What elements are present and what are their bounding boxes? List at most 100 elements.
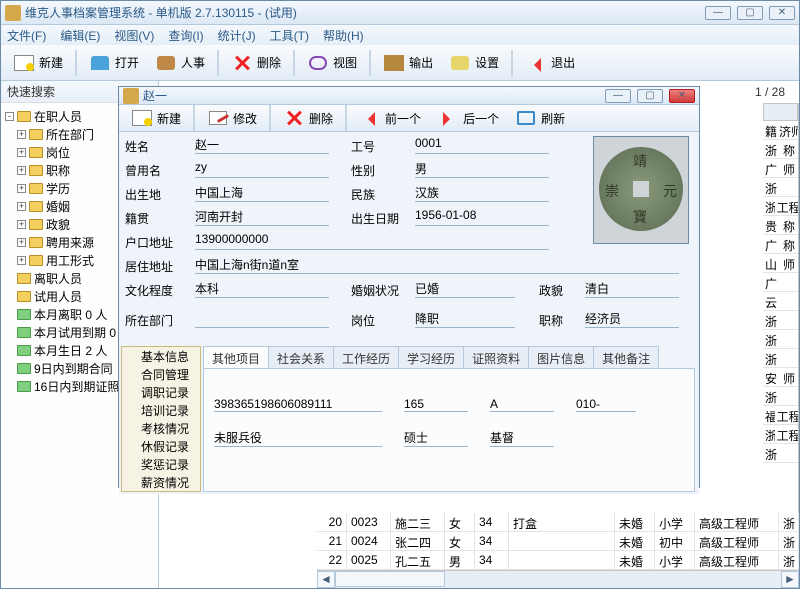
grid-row[interactable]: 福工程师 (763, 406, 798, 425)
dtb-edit[interactable]: 修改 (201, 106, 263, 130)
grid-row[interactable]: 浙工程师 (763, 197, 798, 216)
tabv-3[interactable]: A (490, 397, 554, 412)
tb-personnel[interactable]: 人事 (149, 51, 211, 75)
tabv-4[interactable]: 010- (576, 397, 636, 412)
grid-row[interactable]: 广称 (763, 235, 798, 254)
section-item[interactable]: 考核情况 (122, 419, 200, 437)
tabv-5[interactable]: 未服兵役 (214, 429, 382, 447)
detail-maximize-button[interactable]: ▢ (637, 89, 663, 103)
minimize-button[interactable]: — (705, 6, 731, 20)
detail-close-button[interactable]: ✕ (669, 89, 695, 103)
dtb-new[interactable]: 新建 (125, 106, 187, 130)
tree-expander-icon[interactable]: + (17, 148, 26, 157)
detail-minimize-button[interactable]: — (605, 89, 631, 103)
tb-delete[interactable]: 删除 (225, 51, 287, 75)
val-sex[interactable]: 男 (415, 160, 549, 178)
tree-expander-icon[interactable]: + (17, 220, 26, 229)
tree-expander-icon[interactable]: + (17, 238, 26, 247)
section-item[interactable]: 调职记录 (122, 383, 200, 401)
horizontal-scrollbar[interactable]: ◄ ► (317, 570, 799, 588)
tb-settings[interactable]: 设置 (443, 51, 505, 75)
grid-row[interactable]: 浙 (763, 349, 798, 368)
grid-row[interactable]: 山师 (763, 254, 798, 273)
dtb-next[interactable]: 后一个 (431, 106, 505, 130)
scroll-left-icon[interactable]: ◄ (317, 571, 335, 588)
grid-row[interactable]: 浙工程师 (763, 425, 798, 444)
val-emp[interactable]: 0001 (415, 136, 549, 154)
grid-row[interactable]: 浙 (763, 444, 798, 463)
tb-new[interactable]: 新建 (7, 51, 69, 75)
tree-expander-icon[interactable]: + (17, 256, 26, 265)
section-item[interactable]: 奖惩记录 (122, 455, 200, 473)
scroll-thumb[interactable] (335, 571, 445, 587)
close-button[interactable]: ✕ (769, 6, 795, 20)
val-marital[interactable]: 已婚 (415, 280, 515, 298)
employee-photo[interactable]: 靖元 寶崇 (593, 136, 689, 244)
val-native[interactable]: 河南开封 (195, 208, 329, 226)
grid-row[interactable]: 贵称 (763, 216, 798, 235)
table-row[interactable]: 220025孔二五男34未婚小学高级工程师浙 (317, 551, 799, 570)
tab[interactable]: 其他项目 (203, 346, 269, 368)
menu-help[interactable]: 帮助(H) (323, 27, 364, 44)
tree-expander-icon[interactable]: + (17, 202, 26, 211)
menu-query[interactable]: 查询(I) (168, 27, 203, 44)
tab[interactable]: 其他备注 (593, 346, 659, 368)
tabv-2[interactable]: 165 (404, 397, 468, 412)
section-item[interactable]: 薪资情况 (122, 473, 200, 491)
dtb-prev[interactable]: 前一个 (353, 106, 427, 130)
grid-row[interactable]: 广师 (763, 159, 798, 178)
menu-edit[interactable]: 编辑(E) (60, 27, 100, 44)
section-item[interactable]: 合同管理 (122, 365, 200, 383)
val-addr[interactable]: 中国上海n街n道n室 (195, 256, 679, 274)
menu-stats[interactable]: 统计(J) (218, 27, 256, 44)
tabv-1[interactable]: 398365198606089111 (214, 397, 382, 412)
tb-output[interactable]: 输出 (377, 51, 439, 75)
menu-file[interactable]: 文件(F) (7, 27, 46, 44)
menu-view[interactable]: 视图(V) (114, 27, 154, 44)
tab[interactable]: 图片信息 (528, 346, 594, 368)
grid-row[interactable]: 浙 (763, 330, 798, 349)
val-hukou[interactable]: 13900000000 (195, 232, 549, 250)
tb-view[interactable]: 视图 (301, 51, 363, 75)
val-post[interactable]: 降职 (415, 310, 515, 328)
tabv-6[interactable]: 硕士 (404, 429, 468, 447)
table-row[interactable]: 200023施二三女34打盒未婚小学高级工程师浙 (317, 513, 799, 532)
dtb-delete[interactable]: 删除 (277, 106, 339, 130)
scroll-right-icon[interactable]: ► (781, 571, 799, 588)
grid-row[interactable]: 浙 (763, 311, 798, 330)
tree-expander-icon[interactable]: + (17, 130, 26, 139)
section-item[interactable]: 培训记录 (122, 401, 200, 419)
grid-row[interactable]: 广 (763, 273, 798, 292)
val-ethnic[interactable]: 汉族 (415, 184, 549, 202)
table-row[interactable]: 210024张二四女34未婚初中高级工程师浙 (317, 532, 799, 551)
grid-row[interactable]: 浙 (763, 178, 798, 197)
tb-exit[interactable]: 退出 (519, 51, 581, 75)
maximize-button[interactable]: ▢ (737, 6, 763, 20)
section-item[interactable]: 基本信息 (122, 347, 200, 365)
val-title[interactable]: 经济员 (585, 310, 679, 328)
val-birthplace[interactable]: 中国上海 (195, 184, 329, 202)
tb-open[interactable]: 打开 (83, 51, 145, 75)
tab[interactable]: 证照资料 (463, 346, 529, 368)
grid-row[interactable]: 浙称 (763, 140, 798, 159)
val-dept[interactable] (195, 310, 329, 328)
grid-row[interactable]: 浙 (763, 387, 798, 406)
tab[interactable]: 社会关系 (268, 346, 334, 368)
menu-tools[interactable]: 工具(T) (270, 27, 309, 44)
section-item[interactable]: 休假记录 (122, 437, 200, 455)
grid-row[interactable]: 安师 (763, 368, 798, 387)
tree-expander-icon[interactable]: + (17, 184, 26, 193)
val-edu[interactable]: 本科 (195, 280, 329, 298)
grid-row[interactable]: 籍济师 (763, 121, 798, 140)
tabv-7[interactable]: 基督 (490, 429, 554, 447)
dtb-refresh[interactable]: 刷新 (509, 106, 571, 130)
val-name[interactable]: 赵一 (195, 136, 329, 154)
tree-expander-icon[interactable]: - (5, 112, 14, 121)
tree-expander-icon[interactable]: + (17, 166, 26, 175)
grid-row[interactable]: 云 (763, 292, 798, 311)
tab[interactable]: 工作经历 (333, 346, 399, 368)
tab[interactable]: 学习经历 (398, 346, 464, 368)
val-alias[interactable]: zy (195, 160, 329, 178)
val-pol[interactable]: 清白 (585, 280, 679, 298)
val-dob[interactable]: 1956-01-08 (415, 208, 549, 226)
